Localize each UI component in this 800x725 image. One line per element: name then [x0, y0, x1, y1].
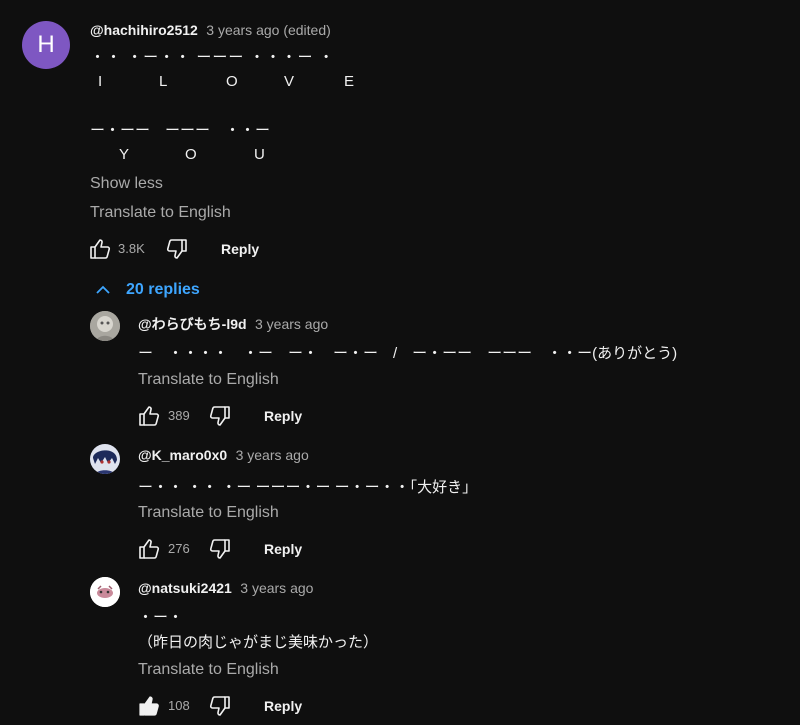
translate-button[interactable]: Translate to English — [90, 204, 231, 222]
reply-text: ー・・ ・・ ・ー ーーー・ー ー・ー・・「大好き」 — [138, 479, 478, 496]
comment-letters-line-2: Y O U — [90, 146, 310, 166]
letter: U — [254, 146, 265, 163]
reply-button[interactable]: Reply — [264, 541, 302, 557]
translate-button[interactable]: Translate to English — [138, 661, 279, 679]
dislike-icon[interactable] — [208, 537, 232, 561]
reply-text-line-1: ・ー・ — [138, 609, 184, 626]
letter: O — [185, 146, 197, 163]
letter: Y — [119, 146, 130, 163]
dislike-icon[interactable] — [208, 694, 232, 718]
avatar[interactable]: H — [22, 21, 70, 69]
avatar[interactable] — [90, 577, 120, 607]
reply-header: @natsuki2421 3 years ago — [138, 580, 313, 598]
avatar[interactable] — [90, 311, 120, 341]
reply-author[interactable]: @わらびもち-l9d — [138, 316, 247, 332]
translate-button[interactable]: Translate to English — [138, 371, 279, 389]
like-count: 108 — [168, 698, 190, 713]
comment-author[interactable]: @hachihiro2512 — [90, 22, 198, 38]
dislike-icon[interactable] — [208, 404, 232, 428]
reply-button[interactable]: Reply — [264, 408, 302, 424]
comment-header: @hachihiro2512 3 years ago (edited) — [90, 22, 331, 40]
translate-button[interactable]: Translate to English — [138, 504, 279, 522]
like-count: 276 — [168, 541, 190, 556]
reply-button[interactable]: Reply — [264, 698, 302, 714]
letter: V — [284, 73, 295, 90]
letter: E — [344, 73, 355, 90]
letter: O — [226, 73, 238, 90]
comment-letters-line-1: I L O V E — [90, 73, 390, 93]
reply-text: ー ・・・・ ・ー ー・ ー・ー / ー・ーー ーーー ・・ー(ありがとう) — [138, 345, 678, 362]
comment-morse-line-1: ・・ ・ー・・ ーーー ・・・ー ・ — [90, 49, 335, 66]
chevron-up-icon — [94, 283, 112, 297]
like-icon[interactable] — [137, 537, 161, 561]
avatar[interactable] — [90, 444, 120, 474]
reply-author[interactable]: @natsuki2421 — [138, 580, 232, 596]
dislike-icon[interactable] — [165, 237, 189, 261]
comment-time[interactable]: 3 years ago (edited) — [206, 22, 331, 38]
reply-time[interactable]: 3 years ago — [236, 447, 309, 463]
like-icon[interactable] — [88, 237, 112, 261]
reply-time[interactable]: 3 years ago — [255, 316, 328, 332]
reply-header: @わらびもち-l9d 3 years ago — [138, 314, 328, 334]
like-count: 389 — [168, 408, 190, 423]
like-count: 3.8K — [118, 241, 145, 256]
letter: I — [98, 73, 103, 90]
replies-count-label: 20 replies — [126, 281, 200, 298]
reply-button[interactable]: Reply — [221, 241, 259, 257]
reply-author[interactable]: @K_maro0x0 — [138, 447, 227, 463]
reply-text-line-2: （昨日の肉じゃがまじ美味かった） — [138, 634, 379, 651]
reply-header: @K_maro0x0 3 years ago — [138, 447, 309, 465]
reply-time[interactable]: 3 years ago — [240, 580, 313, 596]
like-icon-filled[interactable] — [137, 694, 161, 718]
avatar-letter: H — [37, 31, 55, 58]
letter: L — [159, 73, 168, 90]
comment-morse-line-2: ー・ーー ーーー ・・ー — [90, 122, 271, 139]
show-less-button[interactable]: Show less — [90, 175, 163, 193]
like-icon[interactable] — [137, 404, 161, 428]
